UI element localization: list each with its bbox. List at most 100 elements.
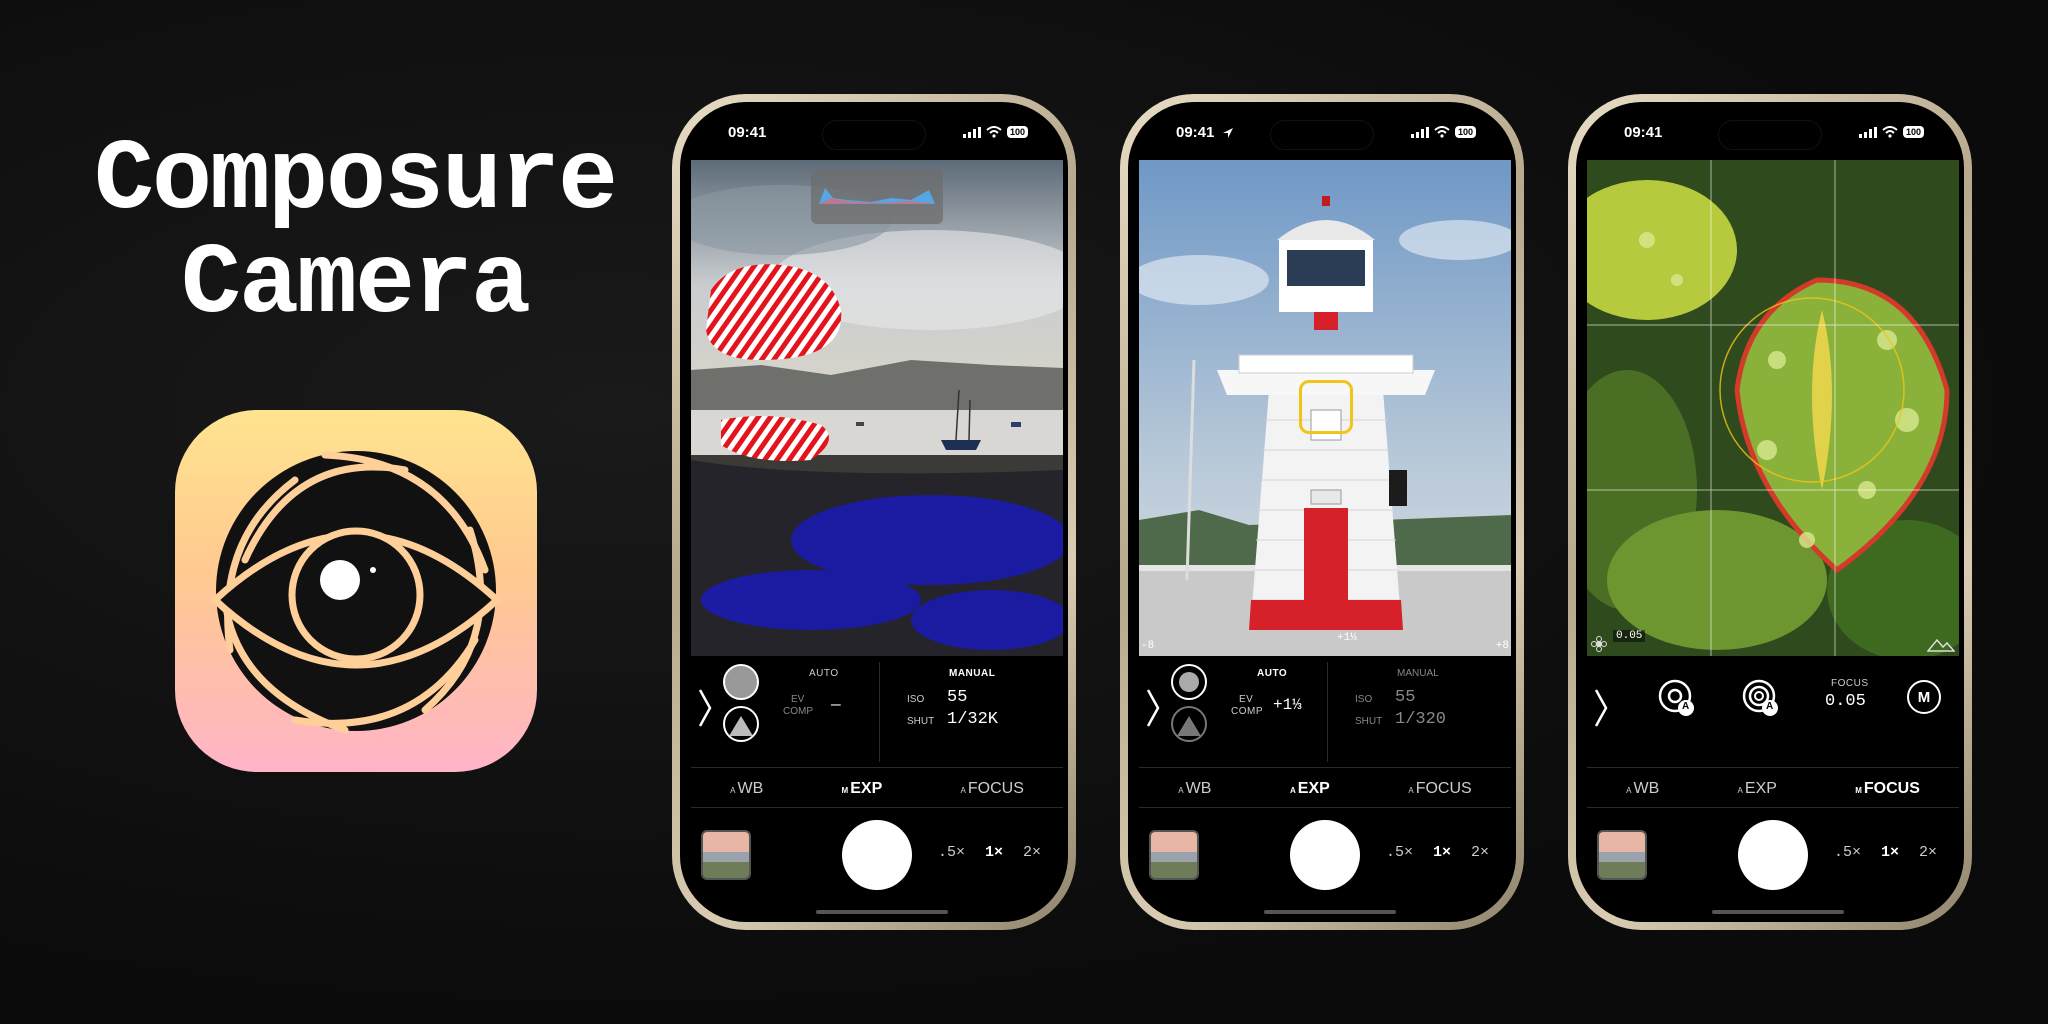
focus-value[interactable]: 0.05 — [1825, 692, 1866, 711]
app-icon — [175, 410, 537, 772]
wifi-icon — [1882, 126, 1898, 138]
capture-bar: .5× 1× 2× — [1139, 812, 1511, 912]
ev-value[interactable]: — — [831, 696, 841, 714]
tab-focus[interactable]: M FOCUS — [1855, 780, 1920, 798]
tab-wb-prefix: A — [1626, 785, 1632, 795]
iso-value[interactable]: 55 — [1395, 688, 1415, 707]
ev-label: EV — [1239, 694, 1254, 705]
shutter-button[interactable] — [1738, 820, 1808, 890]
auto-dial-fill — [1179, 672, 1199, 692]
viewfinder[interactable]: -8 +1⅓ +8 — [1139, 160, 1511, 656]
mountain-infinity-icon[interactable] — [1927, 636, 1955, 652]
thumbnail-image — [1151, 832, 1197, 878]
auto-focus-continuous-button[interactable]: A — [1741, 678, 1781, 718]
tab-focus[interactable]: A FOCUS — [1408, 780, 1471, 798]
signal-icon — [1410, 126, 1429, 138]
shutter-value[interactable]: 1/320 — [1395, 710, 1446, 729]
last-photo-thumbnail[interactable] — [1149, 830, 1199, 880]
viewfinder[interactable]: 0.05 — [1587, 160, 1959, 656]
status-time: 09:41 — [1624, 124, 1663, 141]
shutter-button[interactable] — [1290, 820, 1360, 890]
tab-exp[interactable]: M EXP — [842, 780, 883, 798]
landscape-scene — [691, 160, 1063, 656]
wifi-icon — [986, 126, 1002, 138]
zoom-selector: .5× 1× 2× — [1386, 844, 1489, 861]
app-title: Composure Camera — [70, 130, 640, 338]
focus-readout-overlay: 0.05 — [1613, 630, 1646, 642]
tab-exp[interactable]: A EXP — [1738, 780, 1777, 798]
chevron-right-icon[interactable] — [697, 688, 713, 728]
home-indicator[interactable] — [1264, 910, 1396, 914]
exposure-triangle-icon — [1177, 716, 1201, 736]
zoom-1x[interactable]: 1× — [985, 844, 1003, 861]
histogram-overlay[interactable] — [811, 170, 943, 224]
ev-scale-marker: +1⅓ — [1337, 632, 1357, 644]
zoom-selector: .5× 1× 2× — [1834, 844, 1937, 861]
focus-controls: A A FOCUS 0.05 M — [1587, 658, 1959, 768]
iso-label: ISO — [1355, 694, 1373, 705]
exposure-controls: AUTO EV COMP — MANUAL ISO 55 SHUT 1/32K — [691, 658, 1063, 768]
manual-label: MANUAL — [949, 668, 996, 679]
mode-tabs: A WB M EXP A FOCUS — [691, 770, 1063, 808]
manual-focus-button[interactable]: M — [1907, 680, 1941, 714]
dynamic-island — [1718, 120, 1822, 150]
tab-wb[interactable]: A WB — [1626, 780, 1659, 798]
zoom-2x[interactable]: 2× — [1471, 844, 1489, 861]
iso-value[interactable]: 55 — [947, 688, 967, 707]
zoom-1x[interactable]: 1× — [1881, 844, 1899, 861]
comp-label: COMP — [1231, 706, 1263, 717]
tab-exp-prefix: A — [1289, 785, 1296, 795]
focus-exposure-target[interactable] — [1299, 380, 1353, 434]
zoom-1x[interactable]: 1× — [1433, 844, 1451, 861]
focus-label: FOCUS — [1831, 678, 1869, 689]
zoom-2x[interactable]: 2× — [1023, 844, 1041, 861]
zoom-0.5x[interactable]: .5× — [1386, 844, 1413, 861]
tab-exp[interactable]: A EXP — [1290, 780, 1330, 798]
controls-divider — [1327, 662, 1328, 762]
zoom-selector: .5× 1× 2× — [938, 844, 1041, 861]
manual-exposure-dial[interactable] — [723, 706, 759, 742]
tab-wb-label: WB — [1633, 779, 1660, 797]
exposure-triangle-icon — [729, 716, 753, 736]
zoom-2x[interactable]: 2× — [1919, 844, 1937, 861]
auto-label: AUTO — [1257, 668, 1288, 679]
mode-tabs: A WB A EXP M FOCUS — [1587, 770, 1959, 808]
aperture-eye-icon — [209, 451, 503, 734]
tab-focus[interactable]: A FOCUS — [961, 780, 1024, 798]
shutter-value[interactable]: 1/32K — [947, 710, 998, 729]
signal-icon — [962, 126, 981, 138]
ev-scale-max: +8 — [1495, 640, 1509, 652]
tab-wb[interactable]: A WB — [730, 780, 763, 798]
shutter-label: SHUT — [907, 716, 935, 727]
home-indicator[interactable] — [816, 910, 948, 914]
shutter-button[interactable] — [842, 820, 912, 890]
auto-exposure-dial[interactable] — [723, 664, 759, 700]
capture-bar: .5× 1× 2× — [691, 812, 1063, 912]
app-title-line1: Composure — [93, 125, 618, 238]
status-bar: 09:41 100 — [1128, 120, 1516, 150]
last-photo-thumbnail[interactable] — [701, 830, 751, 880]
zoom-0.5x[interactable]: .5× — [1834, 844, 1861, 861]
ev-value[interactable]: +1⅓ — [1273, 696, 1302, 714]
auto-label: AUTO — [809, 668, 839, 679]
home-indicator[interactable] — [1712, 910, 1844, 914]
mode-tabs: A WB A EXP A FOCUS — [1139, 770, 1511, 808]
wifi-icon — [1434, 126, 1450, 138]
focus-target-continuous-icon — [1742, 679, 1778, 716]
auto-focus-single-button[interactable]: A — [1657, 678, 1697, 718]
battery-indicator: 100 — [1454, 126, 1476, 138]
chevron-right-icon[interactable] — [1145, 688, 1161, 728]
zoom-0.5x[interactable]: .5× — [938, 844, 965, 861]
phone-screen: 09:41 100 — [1128, 102, 1516, 922]
flower-macro-icon[interactable] — [1591, 636, 1607, 652]
manual-exposure-dial[interactable] — [1171, 706, 1207, 742]
viewfinder[interactable] — [691, 160, 1063, 656]
tab-wb[interactable]: A WB — [1178, 780, 1211, 798]
dynamic-island — [1270, 120, 1374, 150]
app-title-line2: Camera — [180, 229, 531, 342]
battery-indicator: 100 — [1006, 126, 1028, 138]
chevron-right-icon[interactable] — [1593, 688, 1609, 728]
auto-exposure-dial[interactable] — [1171, 664, 1207, 700]
last-photo-thumbnail[interactable] — [1597, 830, 1647, 880]
exposure-controls: AUTO EV COMP +1⅓ MANUAL ISO 55 SHUT 1/32… — [1139, 658, 1511, 768]
